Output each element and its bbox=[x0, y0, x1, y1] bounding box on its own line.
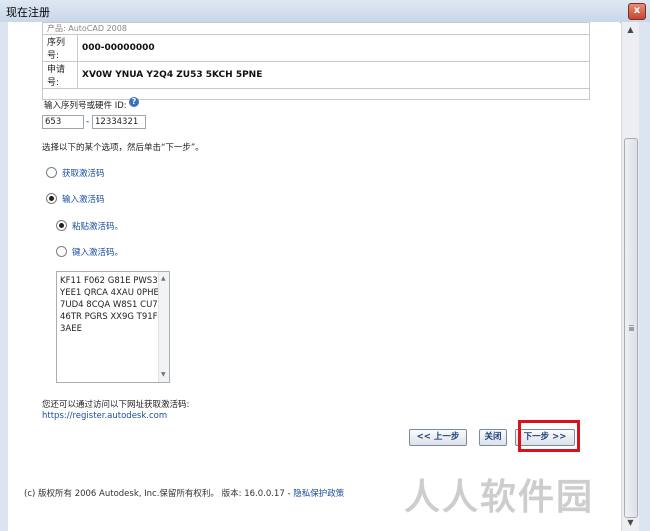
product-row-cut: 产品: AutoCAD 2008 bbox=[42, 22, 590, 35]
title-bar: 现在注册 x bbox=[0, 0, 650, 23]
get-code-radio[interactable] bbox=[46, 167, 57, 178]
serial-input-label: 输入序列号或硬件 ID: bbox=[44, 101, 127, 111]
scrollbar-thumb[interactable] bbox=[624, 138, 638, 518]
activation-code-line: 7UD4 8CQA W8S1 CU7E bbox=[60, 300, 164, 310]
privacy-policy-link[interactable]: 隐私保护政策 bbox=[293, 489, 344, 499]
table-row bbox=[42, 88, 590, 100]
request-code-value: XV0W YNUA Y2Q4 ZU53 5KCH 5PNE bbox=[77, 61, 590, 89]
register-hint: 您还可以通过访问以下网址获取激活码: bbox=[42, 400, 190, 410]
scroll-down-arrow-icon[interactable]: ▼ bbox=[622, 515, 639, 531]
next-button-highlight bbox=[518, 420, 580, 452]
activation-code-line: KF11 F062 G81E PWS3 bbox=[60, 276, 158, 286]
paste-code-label[interactable]: 粘贴激活码。 bbox=[72, 220, 123, 232]
activation-code-textarea[interactable]: KF11 F062 G81E PWS3 YEE1 QRCA 4XAU 0PHE … bbox=[56, 271, 170, 383]
scroll-up-arrow-icon[interactable]: ▲ bbox=[622, 22, 639, 38]
serial-number-input[interactable]: 12334321 bbox=[92, 115, 146, 129]
activation-code-line: 46TR PGRS XX9G T91F bbox=[60, 312, 158, 322]
serial-separator: - bbox=[86, 117, 90, 127]
enter-code-radio[interactable] bbox=[46, 193, 57, 204]
copyright-text: (c) 版权所有 2006 Autodesk, Inc.保留所有权利。 版本: … bbox=[24, 489, 294, 499]
table-row: 申请号: XV0W YNUA Y2Q4 ZU53 5KCH 5PNE bbox=[42, 61, 590, 89]
enter-code-label[interactable]: 输入激活码 bbox=[62, 193, 105, 205]
table-row: 序列号: 000-00000000 bbox=[42, 34, 590, 62]
serial-prefix-input[interactable]: 653 bbox=[42, 115, 84, 129]
textarea-scrollbar[interactable]: ▲ ▼ bbox=[158, 272, 169, 382]
scroll-up-icon[interactable]: ▲ bbox=[161, 273, 166, 285]
activation-code-line: YEE1 QRCA 4XAU 0PHE bbox=[60, 288, 159, 298]
request-code-label: 申请号: bbox=[42, 61, 78, 89]
window-frame-right bbox=[638, 22, 650, 531]
type-code-radio[interactable] bbox=[56, 246, 67, 257]
footer: (c) 版权所有 2006 Autodesk, Inc.保留所有权利。 版本: … bbox=[24, 487, 344, 499]
type-code-label[interactable]: 键入激活码。 bbox=[72, 246, 123, 258]
window-frame-left bbox=[0, 22, 8, 531]
product-info-table: 产品: AutoCAD 2008 序列号: 000-00000000 申请号: … bbox=[42, 22, 590, 100]
serial-number-label: 序列号: bbox=[42, 34, 78, 62]
table-row: 产品: AutoCAD 2008 bbox=[42, 22, 590, 35]
scroll-down-icon[interactable]: ▼ bbox=[161, 369, 166, 381]
get-code-label[interactable]: 获取激活码 bbox=[62, 167, 105, 179]
paste-code-radio[interactable] bbox=[56, 220, 67, 231]
instruction-text: 选择以下的某个选项，然后单击“下一步”。 bbox=[42, 143, 204, 153]
activation-code-line: 3AEE bbox=[60, 324, 82, 334]
close-window-button[interactable]: x bbox=[628, 3, 646, 20]
window-title: 现在注册 bbox=[6, 6, 50, 19]
watermark-text: 人人软件园 bbox=[404, 477, 595, 518]
serial-number-value: 000-00000000 bbox=[77, 34, 590, 62]
register-url-link[interactable]: https://register.autodesk.com bbox=[42, 411, 167, 421]
help-icon[interactable]: ? bbox=[129, 97, 139, 107]
registration-panel: 产品: AutoCAD 2008 序列号: 000-00000000 申请号: … bbox=[8, 22, 620, 531]
close-button[interactable]: 关闭 bbox=[479, 429, 507, 446]
grip-icon bbox=[629, 325, 634, 327]
back-button[interactable]: << 上一步 bbox=[409, 429, 467, 446]
vertical-scrollbar[interactable]: ▲ ▼ bbox=[621, 22, 639, 531]
